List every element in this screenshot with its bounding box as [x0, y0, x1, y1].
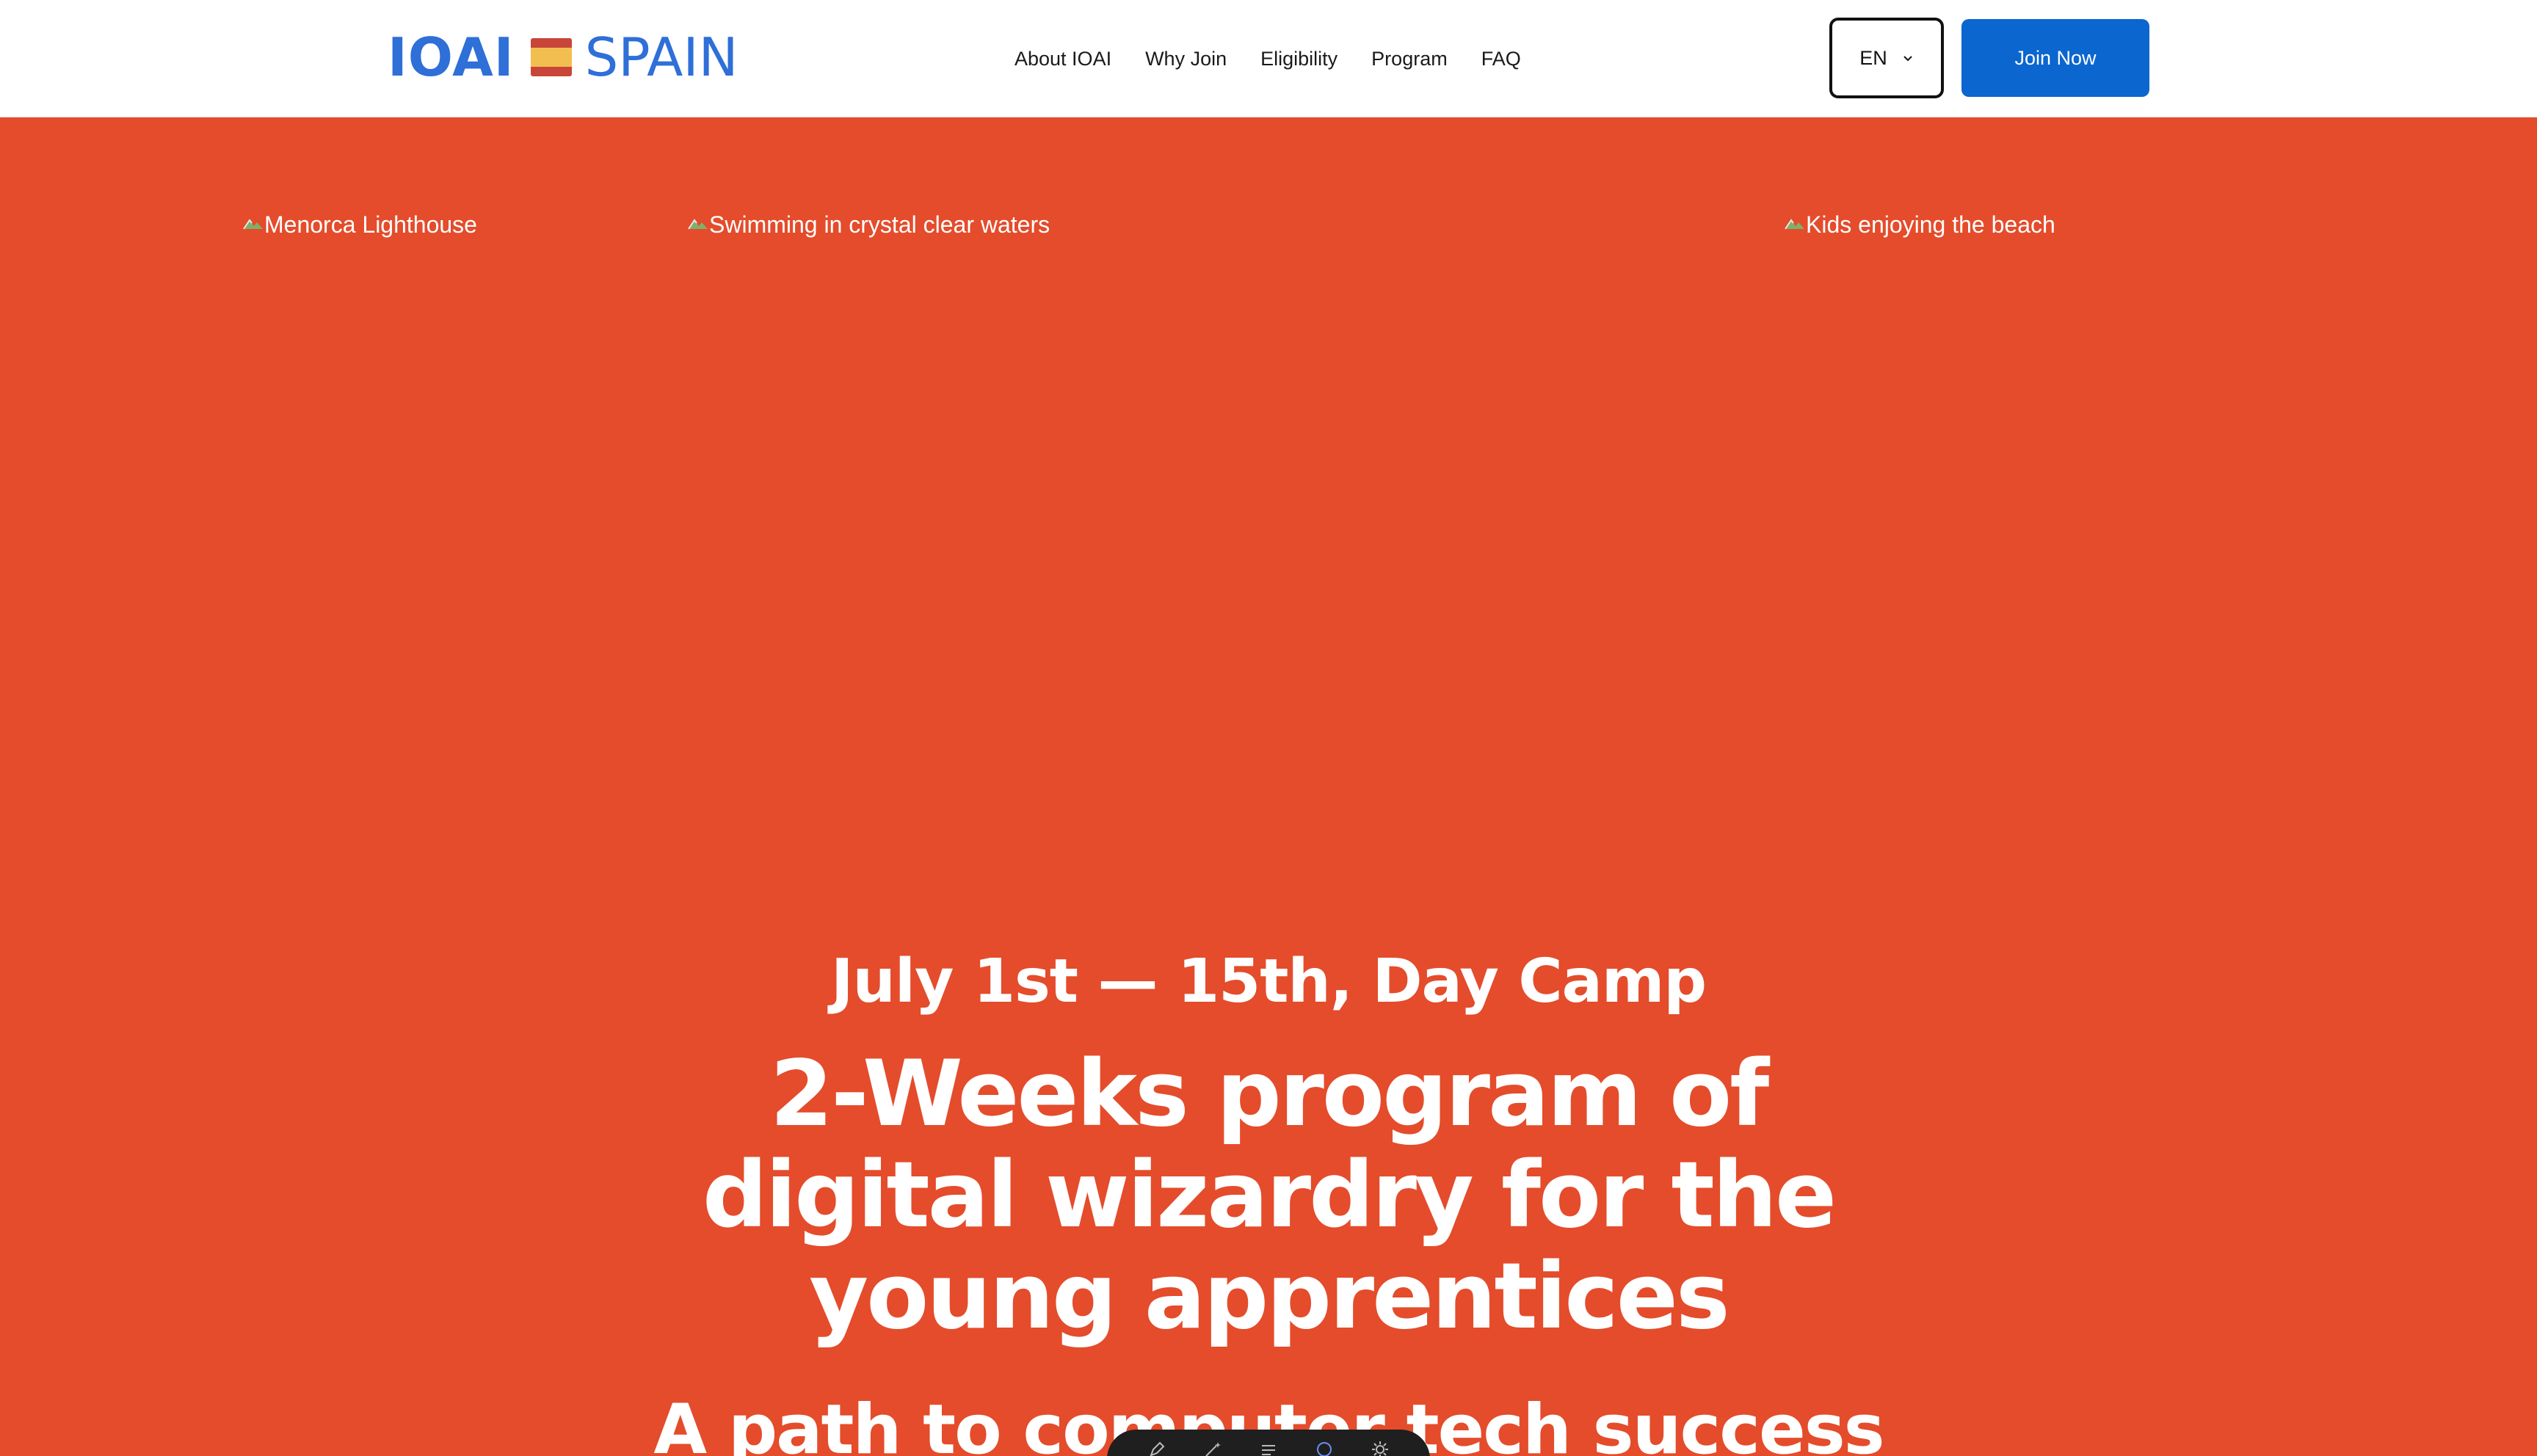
nav-item-program[interactable]: Program	[1371, 48, 1448, 70]
image-alt-text: Swimming in crystal clear waters	[709, 211, 1050, 238]
image-alt-text: Kids enjoying the beach	[1806, 211, 2055, 238]
circle-icon[interactable]	[1315, 1440, 1334, 1456]
gallery-image-menorca-lighthouse: Menorca Lighthouse	[242, 208, 477, 241]
main-nav: About IOAI Why Join Eligibility Program …	[1015, 41, 1521, 76]
logo-spain-text: SPAIN	[584, 26, 738, 88]
language-selected-value: EN	[1859, 46, 1887, 69]
broken-image-icon	[1785, 219, 1804, 230]
broken-image-icon	[688, 219, 708, 230]
pen-icon[interactable]	[1147, 1440, 1166, 1456]
hero-dates: July 1st — 15th, Day Camp	[830, 947, 1707, 1016]
join-now-button[interactable]: Join Now	[1961, 19, 2149, 97]
gallery-image-kids-beach: Kids enjoying the beach	[1784, 208, 2055, 241]
chevron-down-icon	[1903, 56, 1912, 62]
gallery-image-swimming: Swimming in crystal clear waters	[687, 208, 1050, 241]
nav-item-faq[interactable]: FAQ	[1481, 48, 1521, 70]
site-header: IOAI SPAIN About IOAI Why Join Eligibili…	[0, 0, 2537, 117]
hero-title: 2-Weeks program of digital wizardry for …	[702, 1041, 1837, 1350]
nav-item-eligibility[interactable]: Eligibility	[1260, 48, 1338, 70]
nav-item-why-join[interactable]: Why Join	[1145, 48, 1227, 70]
image-alt-text: Menorca Lighthouse	[264, 211, 477, 238]
wand-icon[interactable]	[1203, 1440, 1222, 1456]
logo-ioai-text: IOAI	[388, 26, 515, 88]
lines-icon[interactable]	[1259, 1440, 1278, 1456]
broken-image-icon	[243, 219, 263, 230]
nav-item-about-ioai[interactable]: About IOAI	[1015, 48, 1111, 70]
floating-toolbar	[1107, 1430, 1430, 1456]
gear-icon[interactable]	[1371, 1440, 1390, 1456]
spain-flag-icon	[530, 38, 572, 76]
logo[interactable]: IOAI SPAIN	[388, 26, 738, 88]
language-select[interactable]: EN	[1829, 18, 1944, 98]
